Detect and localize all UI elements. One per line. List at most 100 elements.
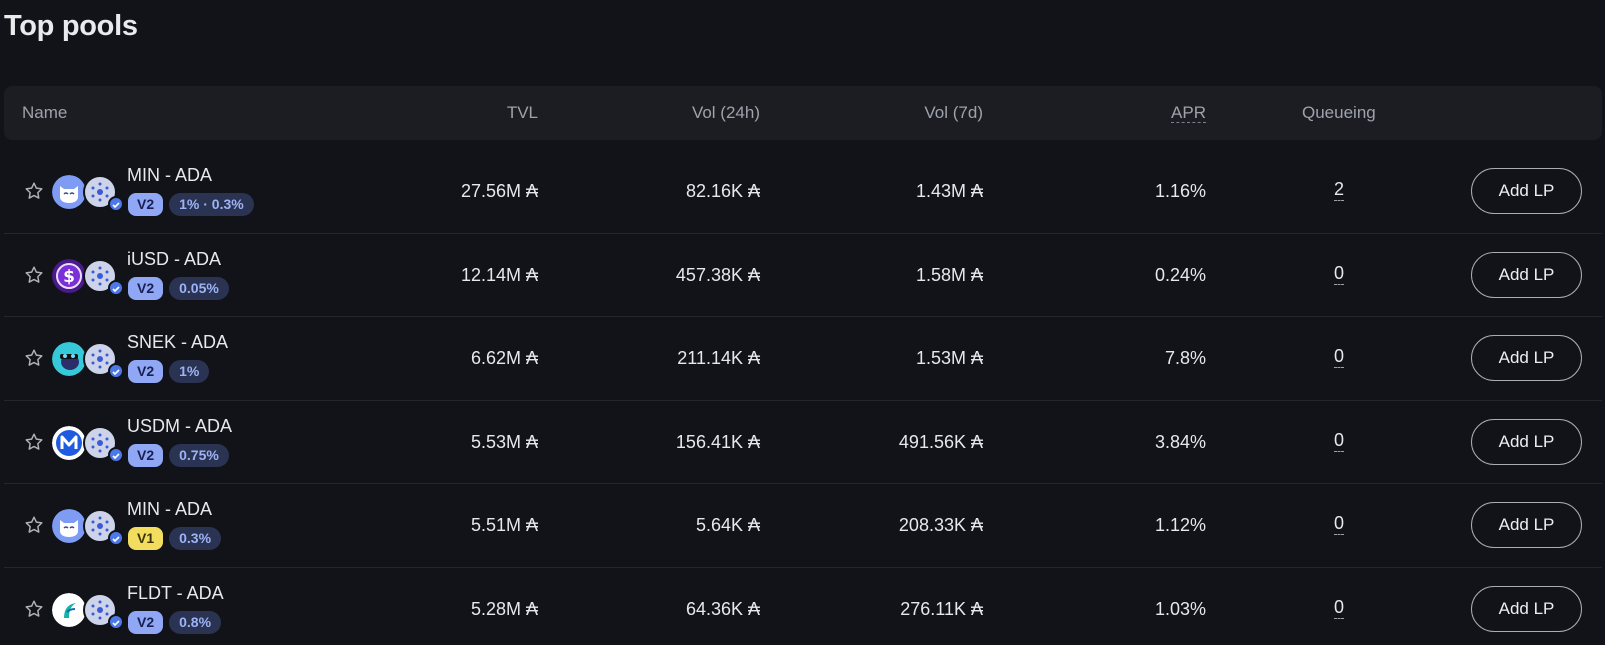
tvl-value: 12.14M ₳	[460, 264, 538, 285]
vol-24h-value: 5.64K ₳	[695, 515, 760, 535]
queue-count[interactable]: 0	[1334, 262, 1345, 285]
apr-value: 1.03%	[1154, 598, 1206, 619]
pool-badges: V1 0.3%	[128, 527, 222, 550]
add-lp-button[interactable]: Add LP	[1471, 251, 1582, 298]
table-row[interactable]: SNEK - ADA V2 1% 6.62M ₳ 211.14K ₳ 1.53M…	[4, 317, 1602, 401]
vol-7d-value: 208.33K ₳	[898, 515, 983, 535]
column-header-tvl[interactable]: TVL	[507, 86, 538, 140]
fee-badge: 1% · 0.3%	[169, 193, 254, 216]
vol-7d-value: 276.11K ₳	[900, 598, 983, 619]
fldt-icon	[52, 593, 86, 628]
vol-24h-value: 211.14K ₳	[677, 348, 760, 368]
verified-icon	[108, 446, 124, 463]
table-row[interactable]: USDM - ADA V2 0.75% 5.53M ₳ 156.41K ₳ 49…	[4, 401, 1602, 484]
iusd-dollar-icon: $	[52, 258, 86, 293]
pool-badges: V2 0.75%	[128, 443, 229, 467]
apr-value: 1.12%	[1154, 515, 1206, 535]
tvl-value: 27.56M ₳	[460, 181, 538, 201]
pool-list: MIN - ADA V2 1% · 0.3% 27.56M ₳ 82.16K ₳…	[4, 150, 1602, 645]
version-badge: V2	[128, 193, 164, 216]
table-row[interactable]: MIN - ADA V1 0.3% 5.51M ₳ 5.64K ₳ 208.33…	[4, 484, 1602, 568]
tvl-value: 5.51M ₳	[470, 515, 538, 535]
version-badge: V1	[128, 527, 164, 550]
version-badge: V2	[128, 443, 164, 467]
token-pair-icons	[52, 505, 124, 547]
min-cat-icon	[52, 509, 86, 544]
version-badge: V2	[128, 360, 164, 383]
fee-badge: 1%	[169, 360, 210, 383]
page-title: Top pools	[4, 10, 138, 42]
pool-pair-name[interactable]: USDM - ADA	[127, 416, 232, 437]
add-lp-button[interactable]: Add LP	[1471, 168, 1582, 215]
pool-pair-name[interactable]: FLDT - ADA	[127, 583, 224, 604]
vol-7d-value: 491.56K ₳	[898, 431, 983, 452]
queue-count[interactable]: 0	[1334, 512, 1345, 535]
queue-count[interactable]: 0	[1334, 596, 1345, 619]
token-pair-icons: $	[52, 255, 124, 296]
fee-badge: 0.8%	[169, 610, 222, 634]
star-icon[interactable]	[23, 264, 45, 286]
vol-7d-value: 1.43M ₳	[915, 181, 983, 201]
fee-badge: 0.05%	[169, 276, 229, 300]
add-lp-button[interactable]: Add LP	[1471, 586, 1582, 633]
fee-badge: 0.75%	[169, 443, 229, 467]
table-row[interactable]: $ iUSD - ADA V2 0.05% 12.14M ₳ 457.38K ₳…	[4, 234, 1602, 317]
tvl-value: 6.62M ₳	[470, 348, 538, 368]
page: Top pools Name TVL Vol (24h) Vol (7d) AP…	[0, 0, 1605, 645]
add-lp-button[interactable]: Add LP	[1471, 418, 1582, 465]
vol-24h-value: 64.36K ₳	[685, 598, 760, 619]
version-badge: V2	[128, 276, 164, 300]
pool-badges: V2 1%	[128, 360, 210, 383]
token-pair-icons	[52, 338, 124, 380]
column-header-vol-24h[interactable]: Vol (24h)	[692, 86, 760, 140]
vol-7d-value: 1.53M ₳	[915, 348, 983, 368]
version-badge: V2	[128, 610, 164, 634]
table-row[interactable]: FLDT - ADA V2 0.8% 5.28M ₳ 64.36K ₳ 276.…	[4, 568, 1602, 645]
table-row[interactable]: MIN - ADA V2 1% · 0.3% 27.56M ₳ 82.16K ₳…	[4, 150, 1602, 234]
tvl-value: 5.28M ₳	[470, 598, 538, 619]
star-icon[interactable]	[23, 514, 45, 536]
token-pair-icons	[52, 589, 124, 631]
vol-7d-value: 1.58M ₳	[915, 264, 983, 285]
star-icon[interactable]	[23, 180, 45, 202]
tvl-value: 5.53M ₳	[470, 431, 538, 452]
apr-value: 0.24%	[1154, 264, 1206, 285]
verified-icon	[108, 363, 124, 380]
star-icon[interactable]	[23, 431, 45, 453]
token-pair-icons	[52, 422, 124, 463]
star-icon[interactable]	[23, 598, 45, 620]
vol-24h-value: 457.38K ₳	[675, 264, 760, 285]
pool-badges: V2 0.8%	[128, 610, 222, 634]
vol-24h-value: 82.16K ₳	[685, 181, 760, 201]
verified-icon	[108, 279, 124, 296]
apr-header-label[interactable]: APR	[1171, 104, 1206, 123]
verified-icon	[108, 614, 124, 631]
pool-pair-name[interactable]: iUSD - ADA	[127, 249, 221, 270]
min-cat-icon	[52, 175, 86, 210]
column-header-name[interactable]: Name	[22, 86, 67, 140]
queue-count[interactable]: 0	[1334, 429, 1345, 452]
pool-pair-name[interactable]: SNEK - ADA	[127, 332, 228, 353]
pool-badges: V2 1% · 0.3%	[128, 193, 254, 216]
usdm-icon	[52, 425, 86, 460]
column-header-vol-7d[interactable]: Vol (7d)	[924, 86, 983, 140]
snek-icon	[52, 342, 86, 377]
svg-text:$: $	[63, 267, 75, 287]
pool-pair-name[interactable]: MIN - ADA	[127, 165, 212, 186]
queue-count[interactable]: 0	[1334, 345, 1345, 368]
verified-icon	[108, 196, 124, 213]
add-lp-button[interactable]: Add LP	[1471, 502, 1582, 549]
table-header: Name TVL Vol (24h) Vol (7d) APR Queueing	[4, 86, 1602, 140]
add-lp-button[interactable]: Add LP	[1471, 335, 1582, 382]
queue-count[interactable]: 2	[1334, 178, 1345, 201]
pool-badges: V2 0.05%	[128, 276, 229, 300]
apr-value: 3.84%	[1154, 431, 1206, 452]
apr-value: 7.8%	[1164, 348, 1206, 368]
vol-24h-value: 156.41K ₳	[675, 431, 760, 452]
apr-value: 1.16%	[1154, 181, 1206, 201]
column-header-queueing: Queueing	[1302, 103, 1376, 122]
column-header-apr[interactable]: APR	[1171, 86, 1206, 140]
verified-icon	[108, 530, 124, 547]
pool-pair-name[interactable]: MIN - ADA	[127, 499, 212, 520]
star-icon[interactable]	[23, 347, 45, 369]
